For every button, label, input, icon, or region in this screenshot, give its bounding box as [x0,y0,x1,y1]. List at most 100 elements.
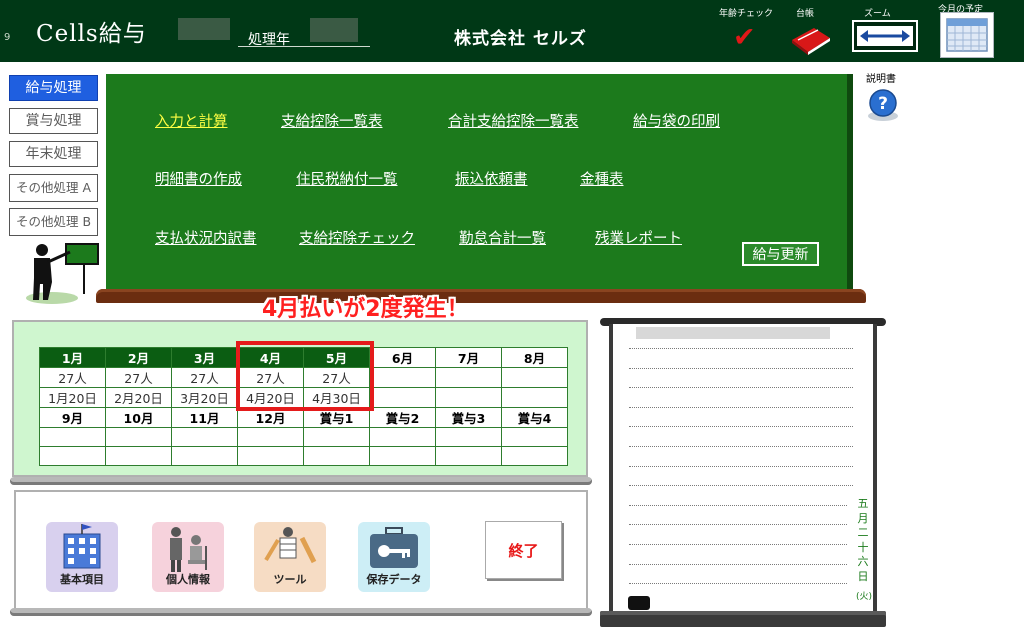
notepad-ruled-line [629,524,847,526]
bonus-cell[interactable]: 賞与2 [369,407,436,428]
ledger-label: 台帳 [796,9,815,19]
menu-bonus-processing[interactable]: 賞与処理 [9,108,98,134]
year-underline [238,46,370,47]
app-header: 9 Cells給与 処理年 株式会社 セルズ 年齢チェック ✔ 台帳 ズーム 今… [0,0,1024,62]
link-payment-breakdown[interactable]: 支払状況内訳書 [155,227,257,248]
headcount-cell [171,427,238,447]
month-cell[interactable]: 6月 [369,347,436,368]
headcount-cell [39,427,106,447]
salary-update-button[interactable]: 給与更新 [742,242,819,266]
personal-info-label: 個人情報 [166,573,210,586]
tools-shelf [10,608,592,616]
manual-label: 説明書 [866,74,896,85]
date-char: (火) [856,592,873,602]
question-icon[interactable]: ? [866,88,900,122]
exit-button[interactable]: 終了 [485,521,562,579]
notepad-bottom-bar [600,611,886,627]
menu-other-processing-b[interactable]: その他処理 B [9,208,98,236]
pay-date-cell [435,446,502,466]
headcount-cell: 27人 [171,367,238,388]
link-create-statement[interactable]: 明細書の作成 [155,168,242,189]
bonus-cell[interactable]: 賞与4 [501,407,568,428]
pay-date-cell [171,446,238,466]
redacted-block [178,18,230,40]
pay-date-cell: 3月20日 [171,387,238,408]
notepad-ruled-line [629,485,853,487]
zoom-label: ズーム [864,9,891,19]
basic-items-button[interactable]: 基本項目 [46,522,118,592]
headcount-cell [303,427,370,447]
pay-date-cell [501,387,568,408]
link-payment-deduction-check[interactable]: 支給控除チェック [299,227,415,248]
headcount-cell [501,367,568,388]
link-attendance-total-list[interactable]: 勤怠合計一覧 [459,227,546,248]
pay-date-cell [369,387,436,408]
menu-year-end-processing[interactable]: 年末処理 [9,141,98,167]
tools-button[interactable]: ツール [254,522,326,592]
link-payment-deduction-list[interactable]: 支給控除一覧表 [281,110,383,131]
bonus-cell[interactable]: 賞与3 [435,407,502,428]
headcount-cell [501,427,568,447]
link-transfer-request[interactable]: 振込依頼書 [455,168,528,189]
saved-data-button[interactable]: 保存データ [358,522,430,592]
notepad-ruled-line [629,426,853,428]
pay-date-cell [303,446,370,466]
link-overtime-report[interactable]: 残業レポート [595,227,682,248]
link-resident-tax-list[interactable]: 住民税納付一覧 [296,168,398,189]
schedule-shelf [10,477,592,485]
pay-date-cell: 1月20日 [39,387,106,408]
tools-icon [264,527,317,564]
month-cell[interactable]: 10月 [105,407,172,428]
headcount-cell [105,427,172,447]
link-total-payment-deduction-list[interactable]: 合計支給控除一覧表 [448,110,579,131]
link-print-pay-envelope[interactable]: 給与袋の印刷 [633,110,720,131]
pay-date-cell [369,446,436,466]
briefcase-key-icon [370,527,418,568]
notepad-ruled-line [629,583,847,585]
notepad-ruled-line [629,446,853,447]
notepad-ruled-line [629,465,853,467]
double-payment-notice: 4月払いが2度発生！ [262,297,469,322]
month-cell[interactable]: 7月 [435,347,502,368]
pay-date-cell [105,446,172,466]
date-char: 二 [857,526,869,539]
people-icon [170,527,207,572]
app-title: Cells給与 [36,21,147,47]
company-name: 株式会社 セルズ [454,29,587,49]
link-denomination-table[interactable]: 金種表 [580,168,624,189]
notepad-ruled-line [629,348,853,349]
notepad-scroll-handle[interactable] [628,596,650,610]
pay-date-cell [237,446,304,466]
pay-date-cell [39,446,106,466]
month-cell[interactable]: 2月 [105,347,172,368]
svg-text:?: ? [878,94,888,114]
notepad-ruled-line [629,406,853,408]
month-cell[interactable]: 11月 [171,407,238,428]
date-char: 十 [857,540,869,554]
date-char: 月 [857,511,869,525]
headcount-cell [237,427,304,447]
calendar-icon[interactable] [940,12,994,58]
menu-other-processing-a[interactable]: その他処理 A [9,174,98,202]
building-icon [63,524,101,569]
link-input-calculation[interactable]: 入力と計算 [155,110,228,131]
ledger-book-icon[interactable] [790,26,832,56]
headcount-cell [435,367,502,388]
month-cell[interactable]: 1月 [39,347,106,368]
notepad-ruled-line [629,504,847,506]
headcount-cell [435,427,502,447]
pay-date-cell: 2月20日 [105,387,172,408]
zoom-icon[interactable] [852,20,918,52]
month-cell[interactable]: 9月 [39,407,106,428]
checkmark-icon[interactable]: ✔ [733,24,756,52]
saved-data-label: 保存データ [366,573,422,586]
menu-salary-processing[interactable]: 給与処理 [9,75,98,101]
month-cell[interactable]: 8月 [501,347,568,368]
headcount-row-2 [39,427,568,447]
personal-info-button[interactable]: 個人情報 [152,522,224,592]
tools-label: ツール [273,573,307,586]
current-date-vertical: 五 月 二 十 六 日 (火) [856,497,873,605]
pay-date-cell [435,387,502,408]
month-cell[interactable]: 3月 [171,347,238,368]
headcount-cell: 27人 [39,367,106,388]
